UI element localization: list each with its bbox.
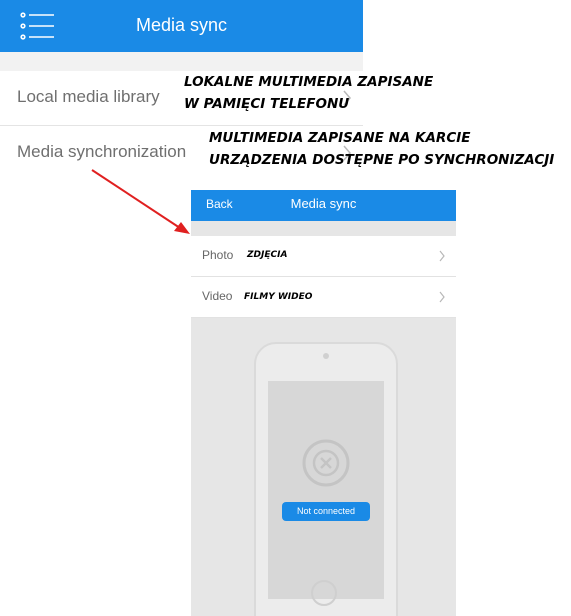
phone-screen: Not connected [268,381,384,599]
list-item-label: Photo [202,248,234,262]
chevron-right-icon [439,291,445,303]
phone-illustration: Not connected [254,342,398,616]
annotation-local-line-1: LOKALNE MULTIMEDIA ZAPISANE [184,74,434,90]
annotation-sync-line-1: MULTIMEDIA ZAPISANE NA KARCIE [209,130,471,146]
list-item-label: Video [202,289,233,303]
list-item-label: Media synchronization [17,142,187,161]
x-circle-icon [302,439,350,487]
annotation-local-line-2: W PAMIĘCI TELEFONU [184,96,350,112]
bottom-app-header: Back Media sync [191,190,456,221]
chevron-right-icon [439,250,445,262]
page-title: Media sync [290,196,357,211]
status-badge: Not connected [282,502,370,521]
media-sync-screen-bottom: Back Media sync Photo ZDJĘCIA Video FILM… [191,190,456,616]
annotation-video: FILMY WIDEO [244,292,313,302]
phone-camera-icon [323,353,329,359]
list-item-label: Local media library [17,87,160,106]
annotation-photo: ZDJĘCIA [247,250,288,260]
annotation-sync-line-2: URZĄDZENIA DOSTĘPNE PO SYNCHRONIZACJI [209,152,555,168]
page-title: Media sync [135,15,228,35]
photo-item[interactable]: Photo ZDJĘCIA [191,236,456,277]
video-item[interactable]: Video FILMY WIDEO [191,277,456,318]
phone-home-button-icon [311,580,337,606]
top-app-header: Media sync [0,0,363,52]
